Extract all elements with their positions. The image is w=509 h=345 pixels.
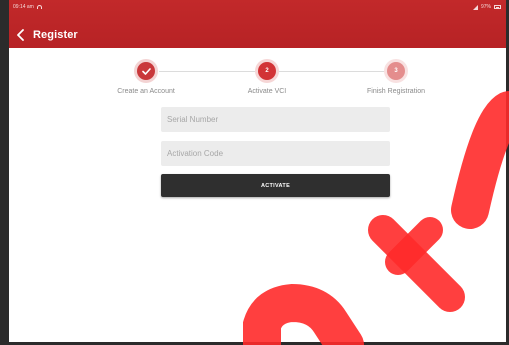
- page-title: Register: [33, 29, 78, 41]
- activation-code-input[interactable]: [165, 148, 390, 159]
- step-number-badge: 3: [387, 62, 405, 80]
- title-row: Register: [13, 27, 78, 43]
- check-icon: [141, 67, 151, 75]
- activate-button[interactable]: ACTIVATE: [161, 174, 390, 197]
- battery-percent: 97%: [480, 4, 491, 10]
- serial-number-input[interactable]: [165, 114, 390, 125]
- step-label: Create an Account: [117, 88, 175, 95]
- status-time: 09:14 am: [13, 4, 34, 10]
- serial-number-field[interactable]: [161, 107, 390, 132]
- step-circle: [137, 62, 155, 80]
- registration-stepper: Create an Account 2 Activate VCI 3 Finis…: [9, 54, 506, 104]
- chevron-left-icon[interactable]: [13, 28, 27, 42]
- status-bar: 09:14 am 97%: [9, 0, 506, 16]
- status-right: 97%: [472, 4, 501, 10]
- wifi-icon: [36, 5, 42, 9]
- status-left: 09:14 am: [13, 4, 42, 10]
- step-activate-vci: 2 Activate VCI: [212, 62, 322, 95]
- signal-icon: [472, 4, 478, 10]
- step-label: Finish Registration: [367, 88, 425, 95]
- step-label: Activate VCI: [247, 88, 287, 95]
- device-screen: 09:14 am 97% Register Create an Account: [0, 0, 509, 345]
- battery-icon: [494, 5, 501, 9]
- step-finish-registration: 3 Finish Registration: [341, 62, 451, 95]
- step-number-badge: 2: [258, 62, 276, 80]
- app-header: 09:14 am 97% Register: [9, 0, 506, 48]
- step-create-account: Create an Account: [91, 62, 201, 95]
- activation-code-field[interactable]: [161, 141, 390, 166]
